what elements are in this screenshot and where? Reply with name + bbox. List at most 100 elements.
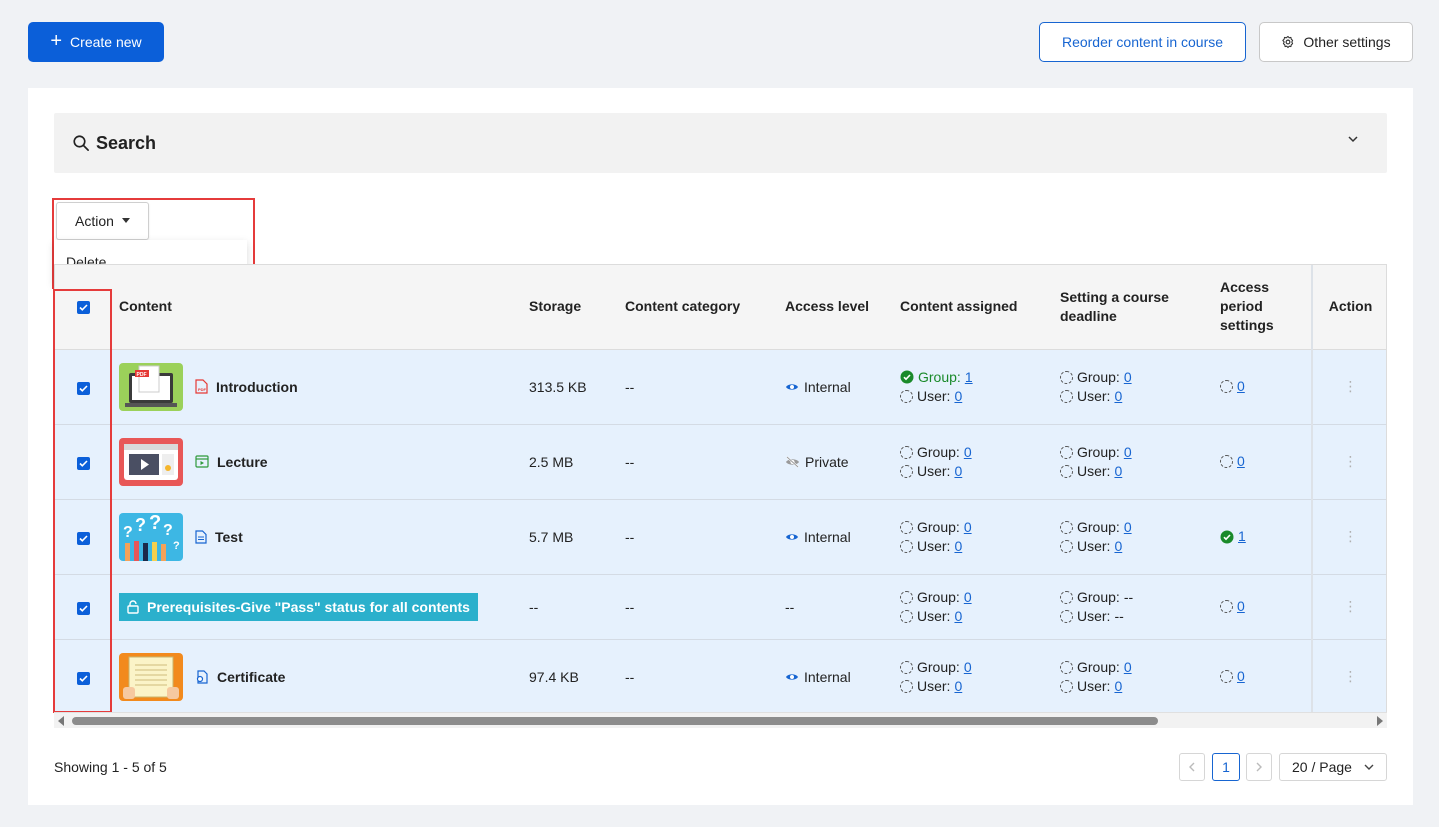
deadline-group-link[interactable]: 0	[1124, 443, 1132, 462]
access-period-link[interactable]: 1	[1238, 527, 1246, 546]
quiz-thumbnail: ?????	[119, 512, 183, 561]
row-more-icon[interactable]: ⋮	[1344, 668, 1358, 684]
dashed-circle-icon	[1060, 389, 1073, 403]
content-title-link[interactable]: Lecture	[217, 454, 268, 470]
table-row[interactable]: Lecture 2.5 MB -- Private Group: 0 User: 0…	[55, 424, 1386, 500]
svg-text:PDF: PDF	[137, 372, 147, 378]
header-content[interactable]: Content	[111, 265, 521, 350]
assigned-group-link[interactable]: 0	[964, 588, 972, 607]
storage-value: 313.5 KB	[521, 349, 617, 425]
dashed-circle-icon	[1060, 539, 1073, 553]
assigned-user-link[interactable]: 0	[954, 387, 962, 406]
row-more-icon[interactable]: ⋮	[1344, 378, 1358, 394]
dashed-circle-icon	[900, 445, 913, 459]
content-title-link[interactable]: Introduction	[216, 379, 298, 395]
header-deadline[interactable]: Setting a course deadline	[1052, 265, 1212, 350]
category-value: --	[617, 639, 777, 712]
assigned-user-link[interactable]: 0	[954, 677, 962, 696]
select-all-checkbox[interactable]	[76, 301, 90, 315]
header-assigned[interactable]: Content assigned	[892, 265, 1052, 350]
header-action: Action	[1311, 265, 1386, 350]
assigned-group-link[interactable]: 0	[964, 518, 972, 537]
deadline-user-link[interactable]: 0	[1114, 677, 1122, 696]
row-checkbox[interactable]	[76, 601, 90, 615]
assigned-user-label: User:	[917, 607, 951, 624]
deadline-user-label: User:	[1077, 462, 1111, 479]
svg-text:PDF: PDF	[198, 387, 207, 392]
chevron-right-icon	[1256, 762, 1262, 772]
chevron-down-icon[interactable]	[1347, 133, 1359, 145]
scroll-left-icon[interactable]	[58, 716, 64, 726]
content-panel: Search Action Delete Content Storage Con…	[28, 88, 1413, 805]
svg-text:?: ?	[163, 522, 173, 539]
deadline-group-label: Group:	[1077, 588, 1120, 605]
row-checkbox[interactable]	[76, 531, 90, 545]
deadline-user-label: User:	[1077, 387, 1111, 404]
other-settings-button[interactable]: Other settings	[1259, 22, 1413, 62]
prev-page-button[interactable]	[1179, 753, 1205, 781]
horizontal-scrollbar[interactable]	[54, 712, 1387, 728]
header-storage[interactable]: Storage	[521, 265, 617, 350]
assigned-group-label: Group:	[917, 588, 960, 605]
access-period-link[interactable]: 0	[1237, 452, 1245, 471]
scroll-right-icon[interactable]	[1377, 716, 1383, 726]
category-value: --	[617, 349, 777, 425]
dashed-circle-icon	[1060, 520, 1073, 534]
assigned-user-link[interactable]: 0	[954, 537, 962, 556]
row-checkbox[interactable]	[76, 456, 90, 470]
header-period[interactable]: Access period settings	[1212, 265, 1312, 350]
document-file-icon	[195, 529, 207, 544]
deadline-user-link[interactable]: 0	[1114, 537, 1122, 556]
access-period-link[interactable]: 0	[1237, 377, 1245, 396]
row-more-icon[interactable]: ⋮	[1344, 528, 1358, 544]
dashed-circle-icon	[900, 464, 913, 478]
access-period-link[interactable]: 0	[1237, 667, 1245, 686]
scrollbar-thumb[interactable]	[72, 717, 1158, 725]
header-access[interactable]: Access level	[777, 265, 892, 350]
assigned-group-link[interactable]: 0	[964, 443, 972, 462]
access-period-link[interactable]: 0	[1237, 597, 1245, 616]
next-page-button[interactable]	[1246, 753, 1272, 781]
deadline-user-link[interactable]: 0	[1114, 387, 1122, 406]
page-size-select[interactable]: 20 / Page	[1279, 753, 1387, 781]
dashed-circle-icon	[1060, 464, 1073, 478]
certificate-thumbnail	[119, 652, 183, 701]
dashed-circle-icon	[1060, 609, 1073, 623]
deadline-group-link[interactable]: 0	[1124, 518, 1132, 537]
assigned-group-link[interactable]: 1	[965, 368, 973, 387]
storage-value: 97.4 KB	[521, 639, 617, 712]
prerequisite-banner[interactable]: Prerequisites-Give "Pass" status for all…	[119, 592, 478, 621]
table-row[interactable]: Certificate 97.4 KB -- Internal Group: 0 …	[55, 639, 1386, 712]
table-row[interactable]: Prerequisites-Give "Pass" status for all…	[55, 574, 1386, 640]
deadline-group-link[interactable]: 0	[1124, 368, 1132, 387]
assigned-group-link[interactable]: 0	[964, 658, 972, 677]
dashed-circle-icon	[900, 389, 913, 403]
row-more-icon[interactable]: ⋮	[1344, 598, 1358, 614]
deadline-group-link[interactable]: 0	[1124, 658, 1132, 677]
deadline-group-label: Group:	[1077, 368, 1120, 385]
table-row[interactable]: PDF PDF Introduction 313.5 KB -- Interna…	[55, 349, 1386, 425]
row-checkbox[interactable]	[76, 381, 90, 395]
page-number-button[interactable]: 1	[1212, 753, 1240, 781]
header-category[interactable]: Content category	[617, 265, 777, 350]
video-file-icon	[195, 455, 209, 468]
search-collapse[interactable]: Search	[54, 113, 1387, 173]
content-title-link[interactable]: Test	[215, 529, 243, 545]
pdf-thumbnail: PDF	[119, 362, 183, 411]
dashed-circle-icon	[1060, 590, 1073, 604]
assigned-user-label: User:	[917, 387, 951, 404]
row-checkbox[interactable]	[76, 671, 90, 685]
row-more-icon[interactable]: ⋮	[1344, 453, 1358, 469]
deadline-user-link[interactable]: 0	[1114, 462, 1122, 481]
check-circle-icon	[1220, 530, 1234, 543]
create-new-button[interactable]: + Create new	[28, 22, 164, 62]
category-value: --	[617, 574, 777, 640]
table-row[interactable]: ????? Test 5.7 MB -- Internal Group: 0 U…	[55, 499, 1386, 575]
assigned-user-link[interactable]: 0	[954, 462, 962, 481]
assigned-user-link[interactable]: 0	[954, 607, 962, 626]
content-title-link[interactable]: Certificate	[217, 669, 285, 685]
bulk-action-dropdown[interactable]: Action	[56, 202, 149, 240]
dashed-circle-icon	[1220, 600, 1233, 613]
dashed-circle-icon	[900, 679, 913, 693]
reorder-content-button[interactable]: Reorder content in course	[1039, 22, 1246, 62]
